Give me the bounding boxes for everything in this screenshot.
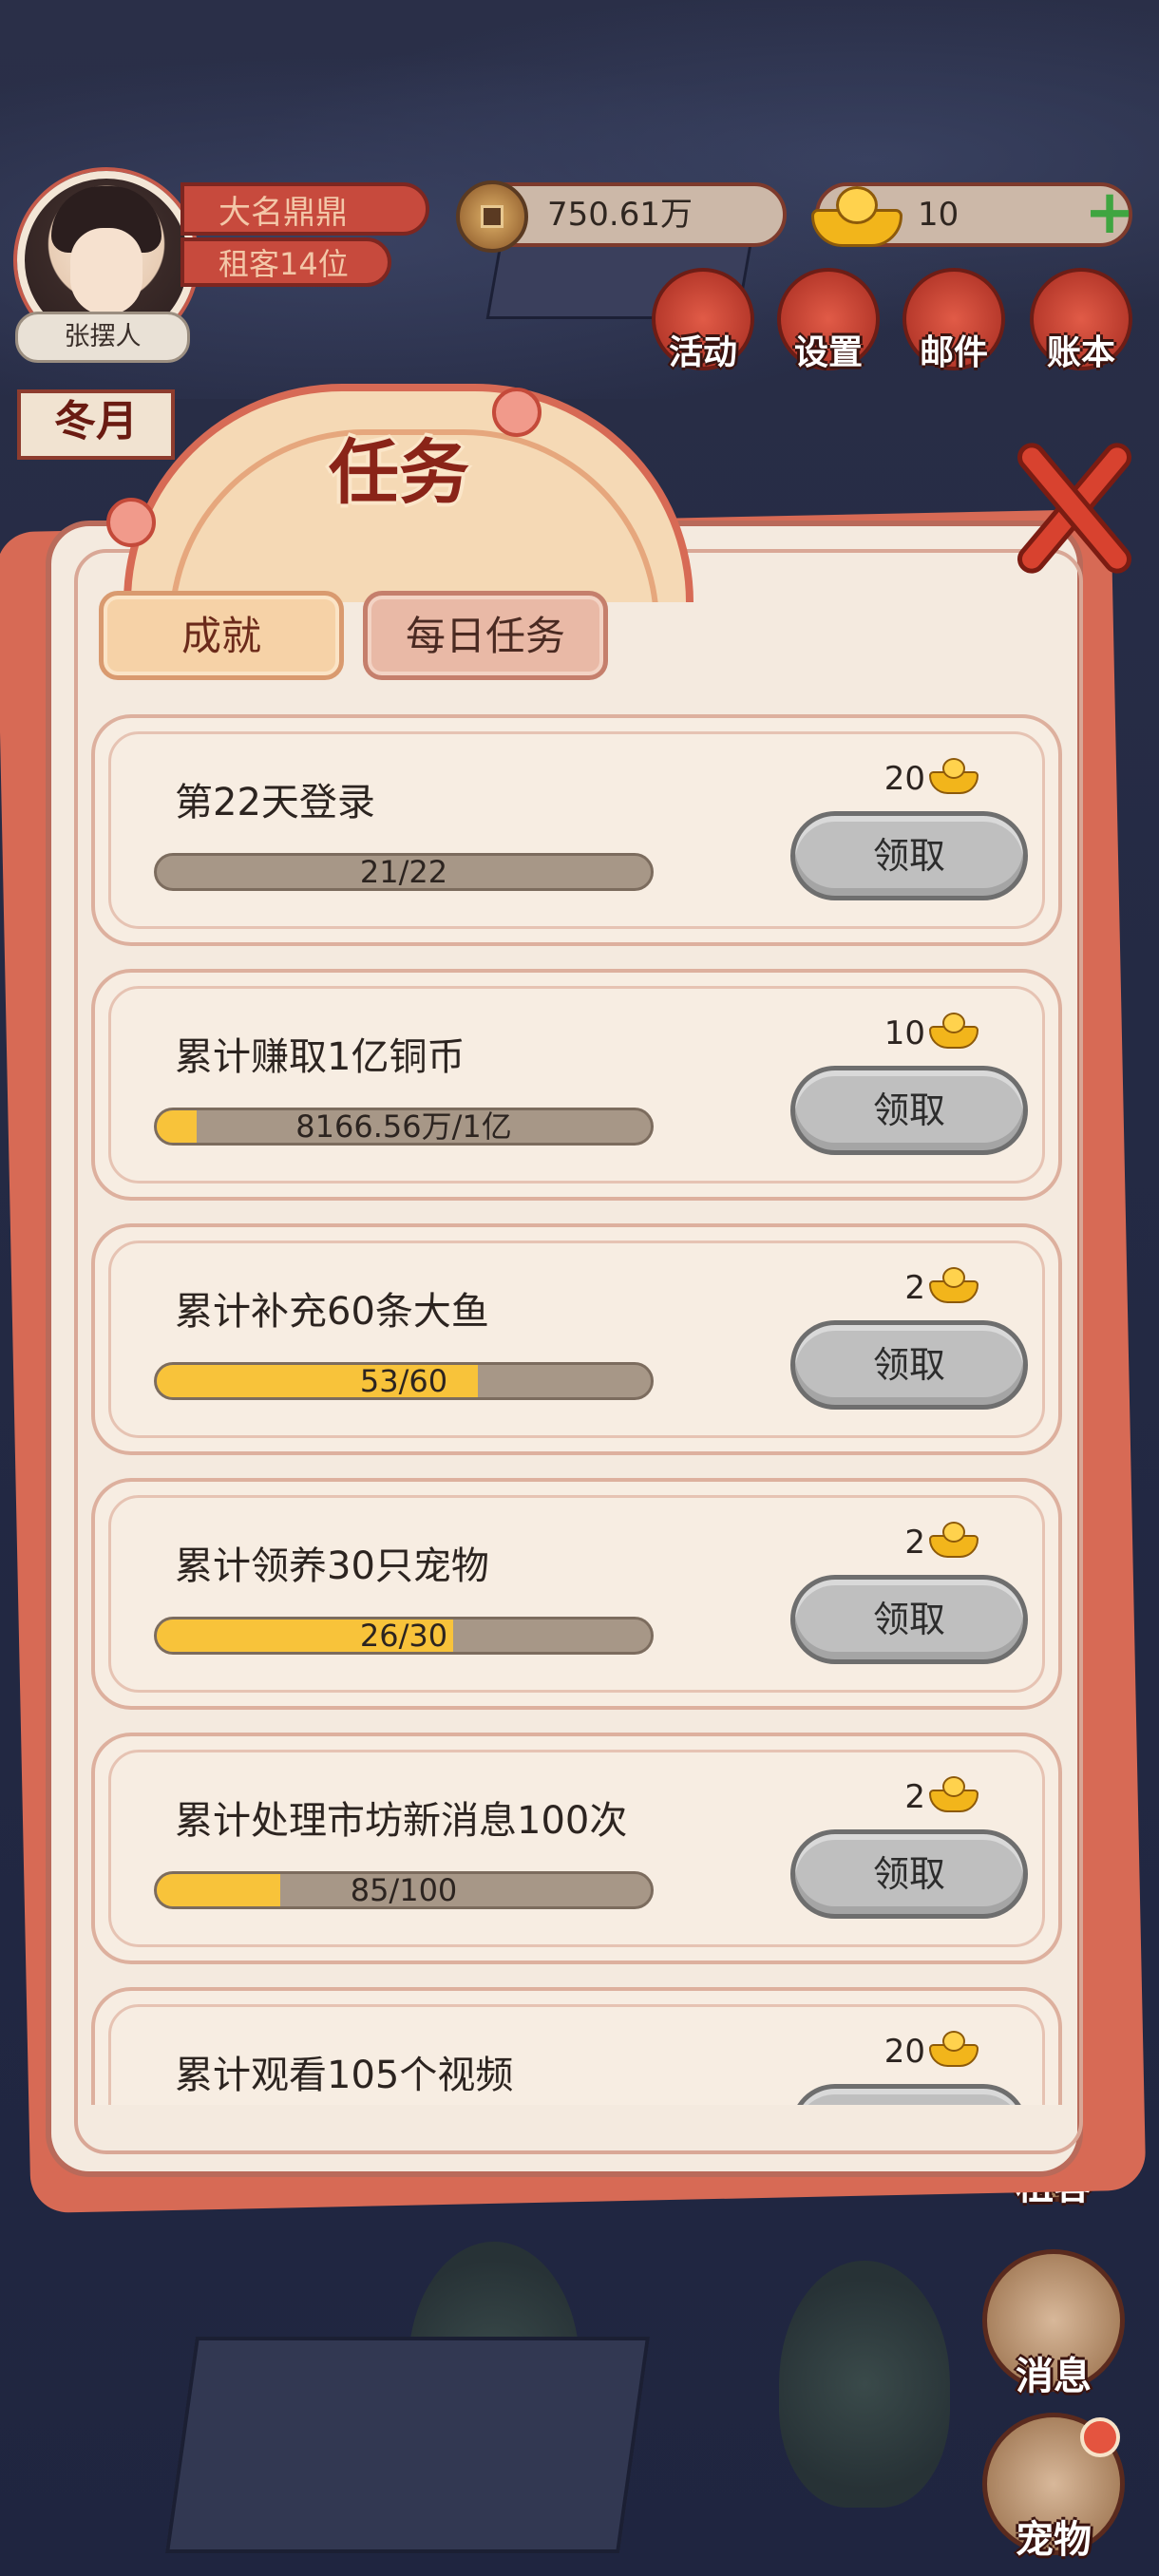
player-nickname: 张摆人 [15, 312, 190, 363]
pet-button[interactable]: 宠物 [982, 2413, 1125, 2562]
activity-button[interactable]: 活动 [652, 268, 754, 372]
claim-button[interactable]: 领取 [790, 1829, 1028, 1919]
gold-ingot-icon [929, 1011, 978, 1051]
gold-ingot-icon [929, 2029, 978, 2069]
flower-ornament-icon [492, 388, 542, 437]
avatar-face [70, 228, 142, 315]
player-rank: 租客14位 [180, 237, 391, 287]
task-reward: 2 [864, 1518, 978, 1571]
task-reward: 2 [864, 1772, 978, 1826]
season-label: 冬月 [17, 389, 175, 460]
settings-label: 设置 [793, 333, 863, 372]
claim-button[interactable]: 领取 [790, 1066, 1028, 1155]
settings-button[interactable]: 设置 [777, 268, 880, 372]
coin-amount: 750.61万 [547, 196, 693, 234]
task-reward: 20 [864, 754, 978, 807]
task-progress-bar: 8166.56万/1亿 [154, 1108, 654, 1146]
ingot-amount: 10 [918, 196, 960, 234]
task-name: 累计补充60条大鱼 [175, 1290, 489, 1334]
task-progress-bar: 21/22 [154, 853, 654, 891]
flower-ornament-icon [106, 498, 156, 547]
task-list[interactable]: 第22天登录 21/22 20 领取 累计赚取1亿铜币 8166.56万/1亿 … [91, 714, 1070, 2105]
task-name: 第22天登录 [175, 781, 375, 824]
close-button[interactable] [1001, 433, 1144, 579]
mail-label: 邮件 [919, 333, 988, 372]
task-card: 第22天登录 21/22 20 领取 [91, 714, 1062, 946]
reward-amount: 2 [904, 1269, 925, 1307]
notice-button[interactable]: 消息 [982, 2249, 1125, 2398]
task-card: 累计观看105个视频 20 领取 [91, 1987, 1062, 2105]
progress-text: 26/30 [359, 1618, 448, 1654]
task-progress-bar: 26/30 [154, 1617, 654, 1655]
claim-button[interactable]: 领取 [790, 1320, 1028, 1410]
background-house [164, 2337, 651, 2553]
claim-button[interactable]: 领取 [790, 2084, 1028, 2105]
reward-amount: 10 [884, 1014, 925, 1052]
task-card: 累计处理市坊新消息100次 85/100 2 领取 [91, 1733, 1062, 1964]
reward-amount: 20 [884, 2033, 925, 2071]
progress-text: 85/100 [350, 1872, 458, 1908]
player-name: 大名鼎鼎 [180, 182, 429, 236]
player-name-plate: 大名鼎鼎 租客14位 [152, 182, 429, 296]
add-ingot-button[interactable]: + [1081, 182, 1138, 243]
pet-label: 宠物 [1016, 2518, 1092, 2562]
task-card: 累计领养30只宠物 26/30 2 领取 [91, 1478, 1062, 1710]
progress-text: 53/60 [359, 1363, 448, 1399]
task-name: 累计赚取1亿铜币 [175, 1035, 466, 1079]
task-reward: 10 [864, 1009, 978, 1062]
reward-amount: 2 [904, 1778, 925, 1816]
ledger-label: 账本 [1046, 333, 1115, 372]
task-reward: 2 [864, 1263, 978, 1316]
task-card: 累计赚取1亿铜币 8166.56万/1亿 10 领取 [91, 969, 1062, 1201]
notification-dot [1080, 2417, 1120, 2457]
notice-label: 消息 [1016, 2355, 1092, 2398]
task-progress-bar: 53/60 [154, 1362, 654, 1400]
task-card: 累计补充60条大鱼 53/60 2 领取 [91, 1223, 1062, 1455]
claim-button[interactable]: 领取 [790, 811, 1028, 900]
background-tree [779, 2261, 950, 2508]
task-name: 累计处理市坊新消息100次 [175, 1799, 628, 1843]
copper-coin-icon [456, 180, 528, 253]
task-name: 累计观看105个视频 [175, 2054, 514, 2097]
gold-ingot-icon [929, 756, 978, 796]
tab-achievements[interactable]: 成就 [99, 591, 344, 680]
gold-ingot-icon [929, 1265, 978, 1305]
gold-ingot-icon [929, 1774, 978, 1814]
gold-ingot-icon [811, 182, 902, 249]
tab-daily-tasks[interactable]: 每日任务 [363, 591, 608, 680]
reward-amount: 2 [904, 1524, 925, 1562]
activity-label: 活动 [668, 333, 737, 372]
ingot-balance: 10 + [811, 182, 1135, 247]
progress-text: 8166.56万/1亿 [295, 1108, 512, 1145]
progress-text: 21/22 [359, 854, 448, 890]
claim-button[interactable]: 领取 [790, 1575, 1028, 1664]
task-reward: 20 [864, 2027, 978, 2080]
gold-ingot-icon [929, 1520, 978, 1560]
task-name: 累计领养30只宠物 [175, 1544, 489, 1588]
mail-button[interactable]: 邮件 [902, 268, 1005, 372]
ledger-button[interactable]: 账本 [1030, 268, 1132, 372]
task-progress-bar: 85/100 [154, 1871, 654, 1909]
coin-balance: 750.61万 [456, 180, 787, 253]
reward-amount: 20 [884, 760, 925, 798]
